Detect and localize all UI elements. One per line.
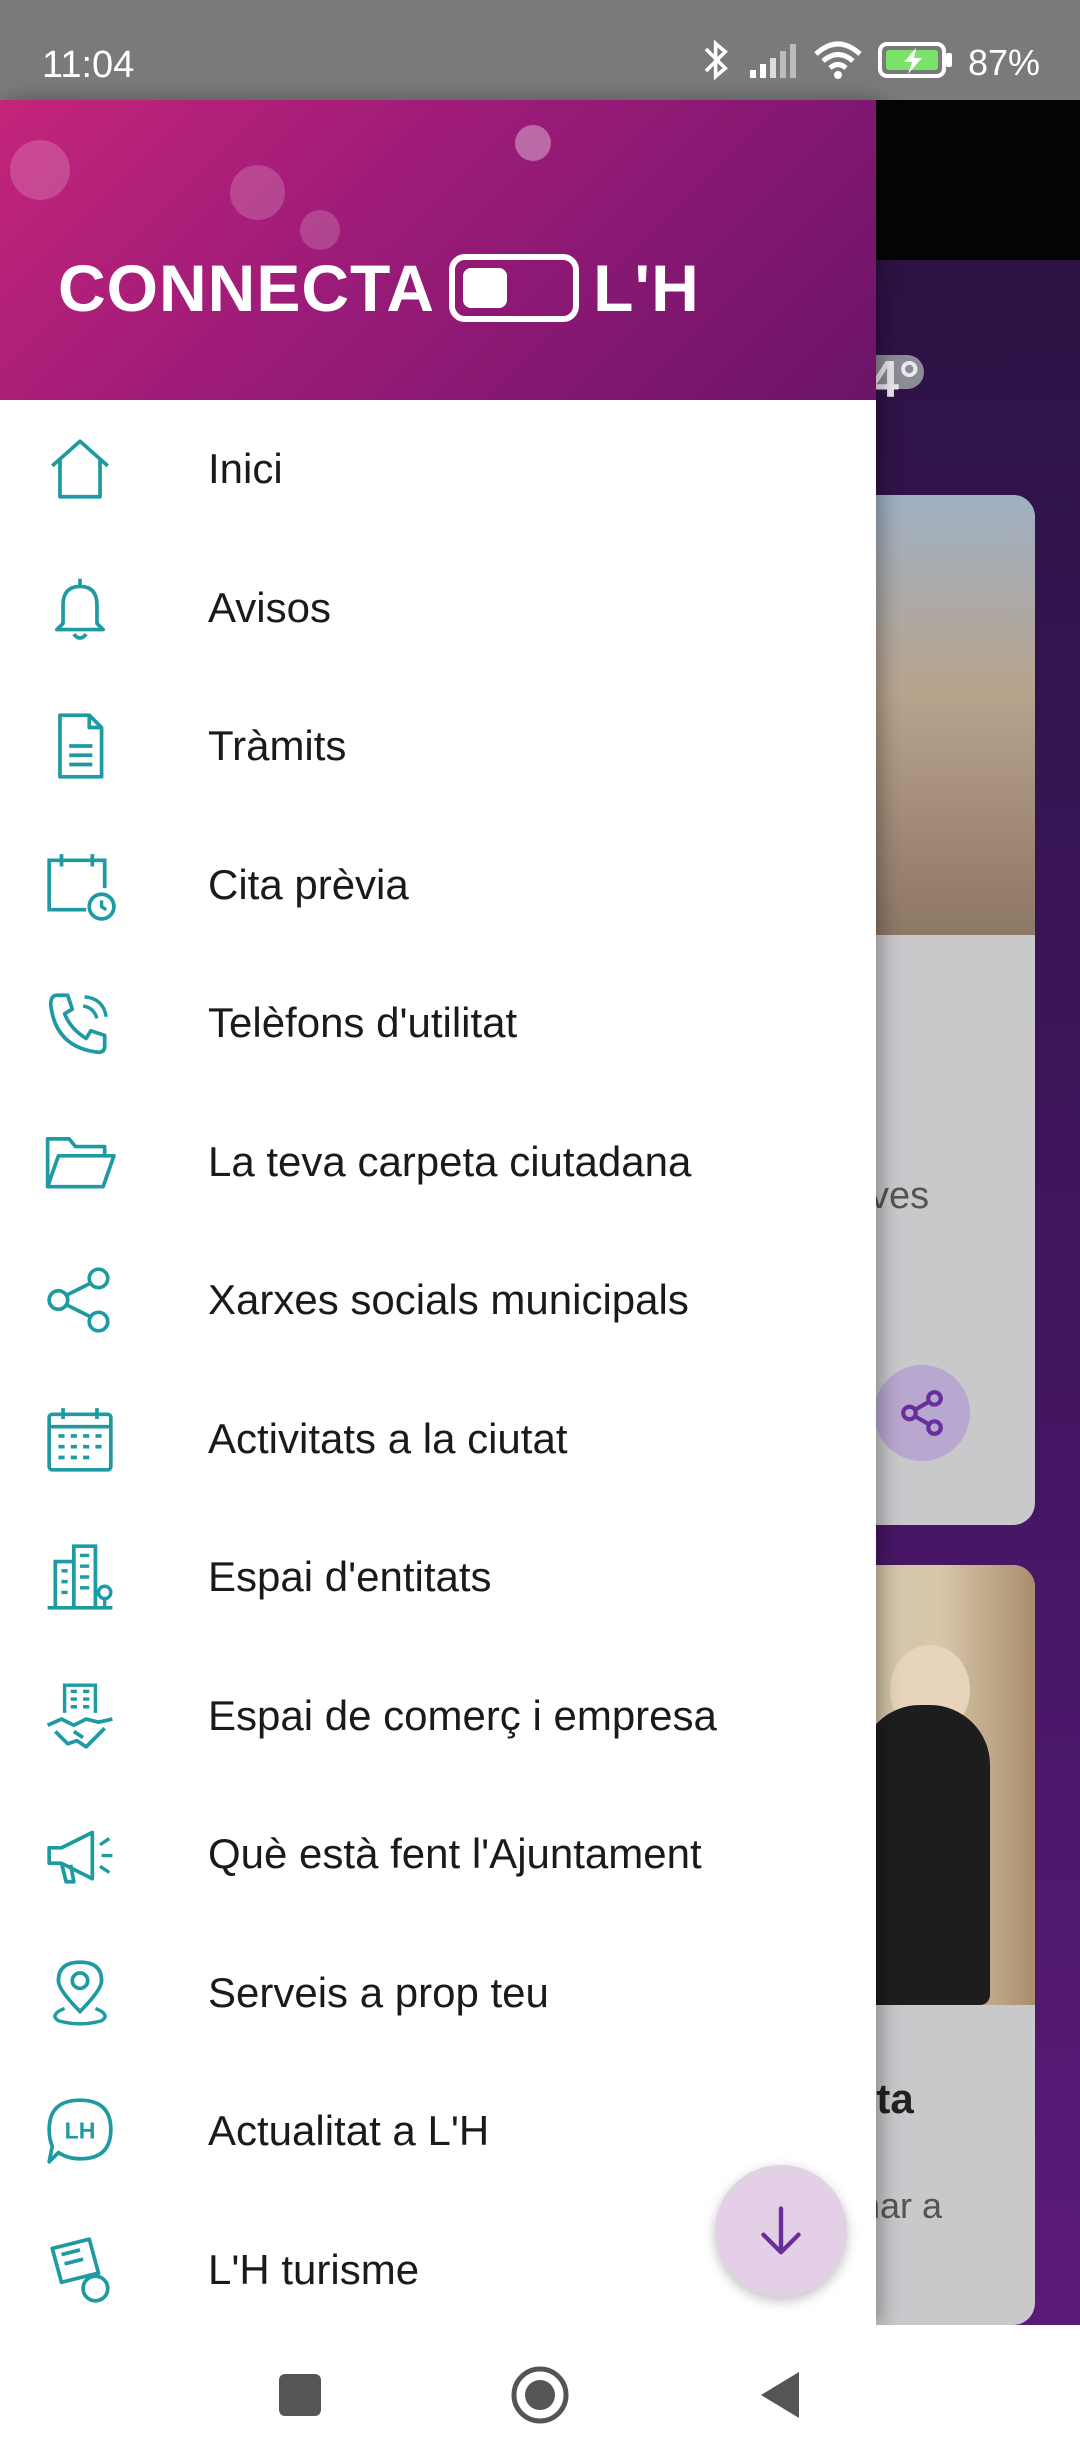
menu-item-serveis-prop[interactable]: Serveis a prop teu [0, 1924, 876, 2063]
share-icon [901, 1390, 943, 1436]
card-text: ves [870, 1175, 930, 1217]
menu-item-label: Cita prèvia [208, 860, 409, 908]
menu-item-label: Inici [208, 445, 283, 493]
menu-item-label: L'H turisme [208, 2245, 420, 2293]
menu-item-label: Avisos [208, 583, 331, 631]
drawer-header: CONNECTA L'H [0, 100, 876, 400]
navigation-drawer: CONNECTA L'H Inici Avisos Tràmits Cita p… [0, 100, 876, 2325]
battery-percent: 87% [967, 41, 1040, 83]
menu-item-avisos[interactable]: Avisos [0, 539, 876, 678]
back-icon [761, 2372, 799, 2418]
wifi-icon [812, 40, 864, 85]
menu-item-label: Tràmits [208, 722, 347, 770]
menu-item-que-fa-ajuntament[interactable]: Què està fent l'Ajuntament [0, 1785, 876, 1924]
share-icon [40, 1260, 120, 1340]
arrow-down-icon [761, 2206, 801, 2255]
menu-item-carpeta-ciutadana[interactable]: La teva carpeta ciutadana [0, 1093, 876, 1232]
bluetooth-icon [700, 38, 734, 87]
location-pin-icon [40, 1953, 120, 2033]
menu-item-espai-entitats[interactable]: Espai d'entitats [0, 1508, 876, 1647]
logo-text-left: CONNECTA [58, 251, 436, 325]
menu-item-tramits[interactable]: Tràmits [0, 677, 876, 816]
menu-item-label: Telèfons d'utilitat [208, 999, 518, 1047]
menu-item-xarxes-socials[interactable]: Xarxes socials municipals [0, 1231, 876, 1370]
calendar-clock-icon [40, 845, 120, 925]
menu-item-label: Serveis a prop teu [208, 1968, 549, 2016]
tourism-icon [40, 2230, 120, 2310]
menu-item-label: Actualitat a L'H [208, 2107, 490, 2155]
handshake-icon [40, 1676, 120, 1756]
document-icon [40, 706, 120, 786]
recents-button[interactable] [260, 2355, 340, 2435]
menu-item-label: Espai d'entitats [208, 1553, 492, 1601]
status-bar: 11:04 87% [0, 0, 1080, 100]
building-icon [40, 1537, 120, 1617]
megaphone-icon [40, 1814, 120, 1894]
menu-item-label: Activitats a la ciutat [208, 1414, 568, 1462]
menu-item-telefons[interactable]: Telèfons d'utilitat [0, 954, 876, 1093]
menu-item-cita-previa[interactable]: Cita prèvia [0, 816, 876, 955]
connecta-lh-logo: CONNECTA L'H [58, 250, 700, 326]
svg-text:LH: LH [65, 2118, 96, 2144]
bell-icon [40, 568, 120, 648]
status-time: 11:04 [42, 44, 135, 86]
back-button[interactable] [740, 2355, 820, 2435]
menu-item-activitats[interactable]: Activitats a la ciutat [0, 1370, 876, 1509]
menu-item-label: Què està fent l'Ajuntament [208, 1830, 702, 1878]
menu-item-label: La teva carpeta ciutadana [208, 1137, 692, 1185]
calendar-icon [40, 1399, 120, 1479]
phone-icon [40, 983, 120, 1063]
weather-temperature: 4° [870, 351, 920, 409]
battery-charging-icon [877, 40, 954, 85]
scroll-down-button[interactable] [715, 2165, 847, 2297]
home-button[interactable] [500, 2355, 580, 2435]
menu-item-comerc-empresa[interactable]: Espai de comerç i empresa [0, 1647, 876, 1786]
home-icon [40, 429, 120, 509]
folder-icon [40, 1122, 120, 1202]
home-circle-icon [511, 2366, 569, 2424]
share-button[interactable] [874, 1365, 970, 1461]
menu-item-label: Xarxes socials municipals [208, 1276, 689, 1324]
logo-toggle [449, 254, 580, 322]
logo-text-right: L'H [593, 251, 700, 325]
person-figure [860, 1705, 990, 2005]
signal-icon [748, 42, 798, 83]
recents-icon [279, 2374, 321, 2416]
lh-chat-icon: LH [40, 2091, 120, 2171]
drawer-menu: Inici Avisos Tràmits Cita prèvia Telèfon… [0, 400, 876, 2325]
status-icons: 87% [700, 38, 1040, 87]
menu-item-inici[interactable]: Inici [0, 400, 876, 539]
system-nav-bar [0, 2325, 1080, 2460]
menu-item-label: Espai de comerç i empresa [208, 1691, 717, 1739]
